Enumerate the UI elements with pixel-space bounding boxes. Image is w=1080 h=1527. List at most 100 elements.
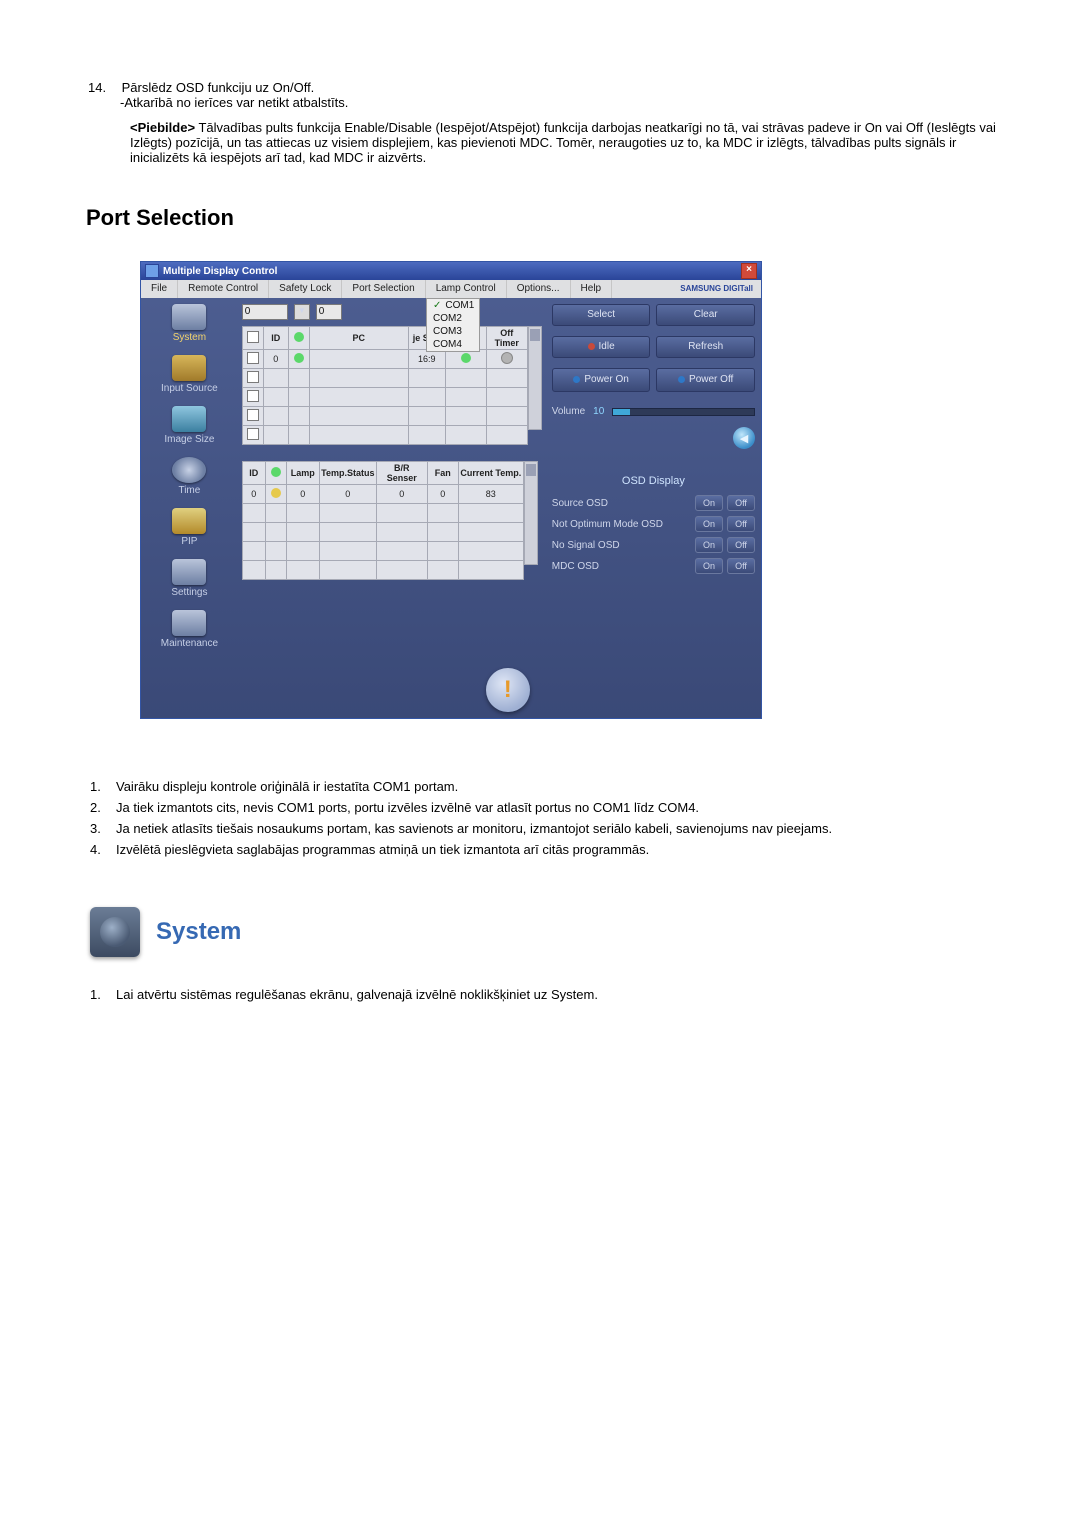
menubar: File Remote Control Safety Lock Port Sel… — [141, 280, 761, 298]
status-table[interactable]: ID Lamp Temp.Status B/R Senser Fan Curre… — [242, 461, 524, 580]
image-size-icon — [172, 406, 206, 432]
table-row[interactable] — [242, 369, 527, 388]
note-block: <Piebilde> Tālvadības pults funkcija Ena… — [130, 120, 1010, 165]
menu-remote-control[interactable]: Remote Control — [178, 280, 269, 298]
volume-value: 10 — [593, 406, 604, 417]
refresh-button[interactable]: Refresh — [656, 336, 755, 358]
settings-icon — [172, 559, 206, 585]
maintenance-icon — [172, 610, 206, 636]
id-from-input[interactable]: 0 — [242, 304, 288, 320]
pip-icon — [172, 508, 206, 534]
scrollbar[interactable] — [524, 461, 538, 565]
volume-label: Volume — [552, 406, 585, 417]
alert-icon: ! — [486, 668, 530, 712]
nosignal-osd-on[interactable]: On — [695, 537, 723, 553]
power-on-button[interactable]: Power On — [552, 368, 651, 392]
osd-row-mdc: MDC OSD On Off — [552, 558, 755, 574]
osd-row-source: Source OSD On Off — [552, 495, 755, 511]
osd-row-nosignal: No Signal OSD On Off — [552, 537, 755, 553]
menu-options[interactable]: Options... — [507, 280, 571, 298]
power-col-icon — [288, 327, 309, 350]
table-row[interactable]: 0 16:9 — [242, 350, 527, 369]
display-table[interactable]: ID PC je Size On Timer Off Timer 0 — [242, 326, 528, 445]
table-row[interactable] — [242, 388, 527, 407]
port-option-com3[interactable]: COM3 — [427, 325, 479, 338]
source-osd-on[interactable]: On — [695, 495, 723, 511]
select-button[interactable]: Select — [552, 304, 651, 326]
port-option-com1[interactable]: COM1 — [427, 299, 479, 312]
mdc-osd-on[interactable]: On — [695, 558, 723, 574]
optimum-osd-on[interactable]: On — [695, 516, 723, 532]
table-row[interactable] — [242, 504, 523, 523]
num-14: 14. — [88, 80, 118, 95]
clear-button[interactable]: Clear — [656, 304, 755, 326]
source-osd-off[interactable]: Off — [727, 495, 755, 511]
sidebar-item-image-size[interactable]: Image Size — [141, 406, 238, 445]
window-title: Multiple Display Control — [163, 266, 277, 277]
idle-button[interactable]: Idle — [552, 336, 651, 358]
sidebar-item-time[interactable]: Time — [141, 457, 238, 496]
status-led-icon — [294, 353, 304, 363]
status-col-icon — [271, 467, 281, 477]
osd-row-optimum: Not Optimum Mode OSD On Off — [552, 516, 755, 532]
note-label: <Piebilde> — [130, 120, 195, 135]
osd-display-header: OSD Display — [552, 475, 755, 487]
scrollbar[interactable] — [528, 326, 542, 430]
right-panel: Select Clear Idle Refresh Power On Power… — [546, 298, 761, 718]
app-window: Multiple Display Control × File Remote C… — [140, 261, 762, 719]
table-row[interactable] — [242, 542, 523, 561]
item14-line1: Pārslēdz OSD funkciju uz On/Off. — [122, 80, 315, 95]
port-option-com4[interactable]: COM4 — [427, 338, 479, 351]
note-body: Tālvadības pults funkcija Enable/Disable… — [130, 120, 996, 165]
sidebar-item-settings[interactable]: Settings — [141, 559, 238, 598]
menu-file[interactable]: File — [141, 280, 178, 298]
doc-item-14: 14. Pārslēdz OSD funkciju uz On/Off. -At… — [88, 80, 1010, 110]
menu-help[interactable]: Help — [571, 280, 613, 298]
system-step-1: Lai atvērtu sistēmas regulēšanas ekrānu,… — [116, 987, 598, 1002]
window-icon — [145, 264, 159, 278]
menu-lamp-control[interactable]: Lamp Control — [426, 280, 507, 298]
close-icon[interactable]: × — [741, 263, 757, 279]
table-row[interactable]: 0 0 0 0 0 83 — [242, 485, 523, 504]
port-selection-dropdown[interactable]: COM1 COM2 COM3 COM4 — [426, 298, 480, 352]
speaker-icon: ◀ — [733, 427, 755, 449]
port-option-com2[interactable]: COM2 — [427, 312, 479, 325]
sidebar-item-input-source[interactable]: Input Source — [141, 355, 238, 394]
system-section-icon — [90, 907, 140, 957]
note-1: Vairāku displeju kontrole oriģinālā ir i… — [116, 779, 990, 794]
sidebar-item-maintenance[interactable]: Maintenance — [141, 610, 238, 649]
center-pane: 0 ▼ 0 ID PC je Size — [238, 298, 546, 718]
table-row[interactable] — [242, 561, 523, 580]
status-table-header: ID Lamp Temp.Status B/R Senser Fan Curre… — [242, 462, 523, 485]
status-led-icon — [271, 488, 281, 498]
table-row[interactable] — [242, 523, 523, 542]
nosignal-osd-off[interactable]: Off — [727, 537, 755, 553]
table-row[interactable] — [242, 407, 527, 426]
system-steps: 1.Lai atvērtu sistēmas regulēšanas ekrān… — [90, 987, 990, 1002]
item14-line2: -Atkarībā no ierīces var netikt atbalstī… — [120, 95, 1010, 110]
menu-port-selection[interactable]: Port Selection — [342, 280, 425, 298]
note-3: Ja netiek atlasīts tiešais nosaukums por… — [116, 821, 990, 836]
id-to-input[interactable]: 0 — [316, 304, 342, 320]
row-checkbox[interactable] — [247, 352, 259, 364]
id-from-dropdown[interactable]: ▼ — [294, 304, 310, 320]
sidebar-item-system[interactable]: System — [141, 304, 238, 343]
titlebar: Multiple Display Control × — [141, 262, 761, 280]
menu-safety-lock[interactable]: Safety Lock — [269, 280, 342, 298]
select-all-checkbox[interactable] — [247, 331, 259, 343]
ontimer-led-icon — [461, 353, 471, 363]
note-2: Ja tiek izmantots cits, nevis COM1 ports… — [116, 800, 990, 815]
heading-system: System — [156, 918, 241, 946]
note-4: Izvēlētā pieslēgvieta saglabājas program… — [116, 842, 990, 857]
display-table-header: ID PC je Size On Timer Off Timer — [242, 327, 527, 350]
offtimer-led-icon — [501, 352, 513, 364]
system-icon — [172, 304, 206, 330]
mdc-osd-off[interactable]: Off — [727, 558, 755, 574]
volume-slider[interactable] — [612, 408, 755, 416]
input-source-icon — [172, 355, 206, 381]
sidebar-item-pip[interactable]: PIP — [141, 508, 238, 547]
power-off-button[interactable]: Power Off — [656, 368, 755, 392]
table-row[interactable] — [242, 426, 527, 445]
optimum-osd-off[interactable]: Off — [727, 516, 755, 532]
brand-logo: SAMSUNG DIGITall — [672, 280, 761, 298]
